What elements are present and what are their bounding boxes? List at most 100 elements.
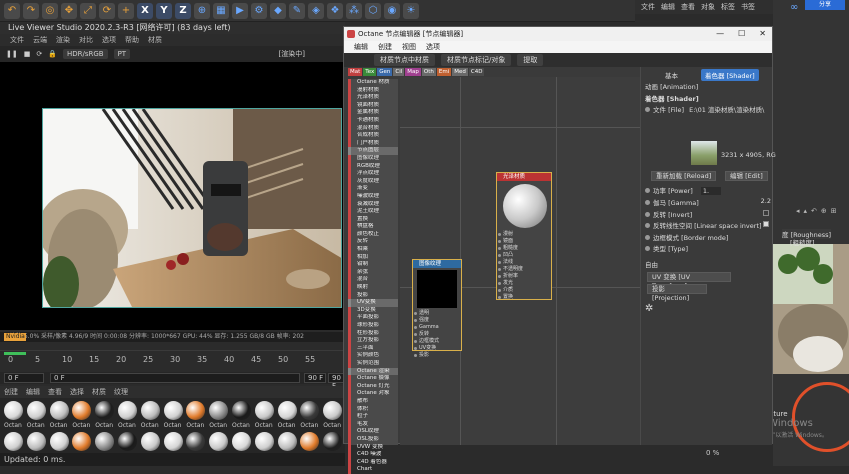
viewer-menu-item[interactable]: 对比 [79,34,93,46]
node-list-item[interactable]: Octane 摄像 [348,375,398,383]
object-menu-item[interactable]: 书签 [741,0,755,14]
plus-icon[interactable]: + [118,2,134,19]
node-list-item[interactable]: 置换 [348,215,398,224]
material-ball[interactable] [254,432,274,451]
node-list-item[interactable]: 粒子 [348,413,398,421]
node-list-item[interactable]: 投影 [348,291,398,300]
material-menu-item[interactable]: 编辑 [26,386,40,398]
material-ball[interactable] [140,432,160,451]
node-editor-tab[interactable]: 提取 [517,54,544,66]
share-button[interactable]: 分享 [805,0,845,10]
material-menu-item[interactable]: 查看 [48,386,62,398]
node-list-item[interactable]: 实例颜色 [348,352,398,360]
node-input-pin[interactable]: 凹凸 [497,252,551,259]
node-list-item[interactable]: Octane 材质 [348,79,398,87]
node-input-pin[interactable]: 介质 [497,287,551,294]
projection-button[interactable]: 投影 [Projection] [647,284,707,302]
node-list-item[interactable]: 3D变换 [348,306,398,315]
material-ball[interactable] [232,432,251,451]
keyframe-dot[interactable] [645,188,650,193]
axis-x-button[interactable]: X [137,2,153,19]
material-ball[interactable] [323,401,343,420]
object-menu-item[interactable]: 查看 [681,0,695,14]
node-input-pin[interactable]: 反转 [413,331,461,338]
node-editor-menu-item[interactable]: 视图 [402,41,416,53]
refresh-icon[interactable]: ⟳ [36,50,42,58]
node-list-item[interactable]: 衰减纹理 [348,200,398,209]
node-list-item[interactable]: 体积 [348,405,398,414]
render-view-icon[interactable]: ▶ [232,2,248,19]
keyframe-dot[interactable] [645,246,650,251]
node-category-tab[interactable]: Map [405,68,421,76]
gamma-field[interactable]: 2.2 [761,197,771,205]
pt-select[interactable]: PT [113,49,131,59]
node-input-pin[interactable]: 透明 [413,310,461,317]
material-ball[interactable] [232,401,251,420]
material-ball[interactable] [49,432,69,451]
render-settings-icon[interactable]: ⚙ [251,2,267,19]
material-ball[interactable] [186,432,206,451]
image-texture-node[interactable]: 图像纹理 透明 强度 Gamma 反转 边框模式 UV变换 投影 [412,259,462,358]
material-ball[interactable] [254,401,274,420]
node-list-item[interactable]: 卡通材质 [348,116,398,125]
node-list-item[interactable]: 混合材质 [348,124,398,133]
node-list-item[interactable]: 立方投影 [348,337,398,345]
material-ball[interactable] [300,432,320,451]
node-list-item[interactable]: 混合 [348,276,398,285]
start-frame-field[interactable]: 0 F [4,373,44,383]
file-path[interactable]: E:\01 渲染材质\渲染材质\ [689,106,764,114]
node-list-item[interactable]: 渐变 [348,185,398,193]
minimize-icon[interactable]: — [716,27,724,41]
node-list-item[interactable]: 节点图层 [348,147,398,155]
material-ball[interactable] [26,401,46,420]
node-list-item[interactable]: 浮点纹理 [348,170,398,178]
octane-node-editor[interactable]: Octane 节点编辑器 [节点编辑器] — ☐ ✕ 编辑 创建 视图 选项 材质节点… [343,26,776,474]
node-list-item[interactable]: 灰度纹理 [348,177,398,186]
material-ball[interactable] [277,432,297,451]
close-icon[interactable]: ✕ [759,27,766,41]
render-region-icon[interactable]: ▦ [213,2,229,19]
tab-basic[interactable]: 基本 [661,69,682,81]
material-ball[interactable] [209,432,229,451]
node-list-item[interactable]: 光泽材质 [348,94,398,102]
node-list-item[interactable]: 散布 [348,397,398,406]
node-list-item[interactable]: C4D 噪波 [348,451,398,459]
subdivision-icon[interactable]: ◈ [308,2,324,19]
lock-icon[interactable]: 🔒 [48,50,57,58]
node-list-item[interactable]: 余弦 [348,268,398,277]
material-ball[interactable] [209,401,229,420]
redo-icon[interactable]: ↷ [23,2,39,19]
node-input-pin[interactable]: 折射率 [497,273,551,280]
node-list-item[interactable]: 泥土纹理 [348,208,398,216]
node-input-pin[interactable]: 法线 [497,259,551,266]
gear-icon[interactable]: ✲ [645,303,653,314]
node-list-item[interactable]: 金属材质 [348,109,398,117]
node-list-item[interactable]: 镜面材质 [348,101,398,110]
node-canvas[interactable]: 图像纹理 透明 强度 Gamma 反转 边框模式 UV变换 投影 光泽材质 漫射 镜面 粗糙度凹… [400,77,646,445]
keyframe-dot[interactable] [645,200,650,205]
material-menu-item[interactable]: 选择 [70,386,84,398]
node-list-item[interactable]: 三平面 [348,344,398,353]
node-input-pin[interactable]: 投影 [413,352,461,359]
move-icon[interactable]: ✥ [61,2,77,19]
node-input-pin[interactable]: 镜面 [497,238,551,245]
node-list-item[interactable]: 实例范围 [348,359,398,368]
node-category-tab[interactable]: Oth [421,68,436,76]
material-ball[interactable] [26,432,46,451]
node-list-item[interactable]: 棋盘格 [348,223,398,231]
viewer-menu-item[interactable]: 渲染 [56,34,70,46]
color-mode-select[interactable]: HDR/sRGB [62,49,108,59]
object-menu-item[interactable]: 文件 [641,0,655,14]
scene-icon[interactable]: ⬡ [365,2,381,19]
object-menu-item[interactable]: 编辑 [661,0,675,14]
node-list-item[interactable]: 图像纹理 [348,154,398,163]
timeline[interactable]: 0 5 10 15 20 25 30 35 40 45 50 55 [0,350,345,370]
material-ball[interactable] [95,401,115,420]
object-menu-item[interactable]: 对象 [701,0,715,14]
node-category-tab[interactable]: Emi [436,68,452,76]
linear-invert-checkbox[interactable] [763,221,769,227]
node-list-item[interactable]: 相加 [348,253,398,262]
stop-icon[interactable]: ■ [24,50,31,58]
light-icon[interactable]: ☀ [403,2,419,19]
node-list-item[interactable]: 毛发 [348,420,398,429]
